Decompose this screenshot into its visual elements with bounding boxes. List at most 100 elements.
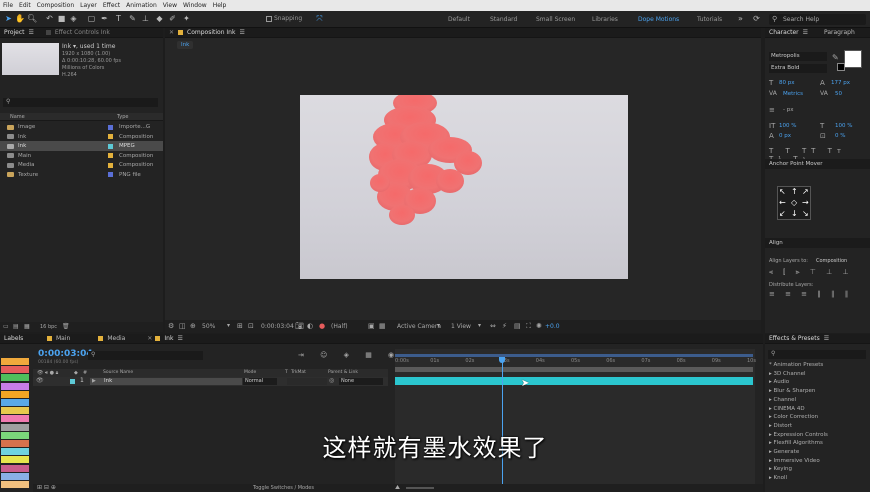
search-help-field[interactable]: ⚲ Search Help — [769, 14, 866, 25]
label-color-swatch[interactable] — [1, 472, 29, 480]
layer-trkmat-dropdown[interactable] — [287, 378, 327, 385]
sync-icon[interactable]: ⟳ — [752, 14, 761, 23]
anchor-left-icon[interactable]: ← — [779, 198, 786, 207]
anchor-top-icon[interactable]: ↑ — [791, 187, 798, 196]
camera-dropdown[interactable]: Active Camera — [397, 323, 441, 330]
toggle-switches-modes[interactable]: Toggle Switches / Modes — [253, 485, 314, 491]
roi-icon[interactable]: ▣ — [368, 322, 375, 330]
panel-menu-icon[interactable]: ☰ — [824, 335, 829, 342]
label-color-swatch[interactable] — [1, 382, 29, 390]
align-to-dropdown[interactable]: Composition — [816, 258, 847, 264]
comp-flowchart-icon[interactable]: ⊞ ⊟ ⊕ — [37, 484, 56, 491]
project-item[interactable]: Main Composition — [0, 151, 163, 161]
anchor-center-icon[interactable]: ◇ — [791, 198, 797, 207]
show-snapshot-icon[interactable]: ◐ — [307, 322, 313, 330]
column-parent[interactable]: Parent & Link — [328, 370, 358, 375]
fast-previews-icon[interactable]: ⚡ — [502, 322, 507, 330]
vertical-scale-value[interactable]: 100 % — [779, 123, 796, 129]
distribute-buttons-row[interactable]: ≡ ≡ ≡ ∥ ∥ ∥ — [769, 290, 852, 298]
workspace-libraries[interactable]: Libraries — [592, 16, 618, 23]
roto-brush-tool-icon[interactable]: ✐ — [168, 14, 177, 23]
zoom-out-icon[interactable]: ⛰ — [395, 484, 400, 492]
type-tool-icon[interactable]: T — [114, 14, 123, 23]
column-name[interactable]: Name — [10, 114, 25, 120]
zoom-tool-icon[interactable]: 🔍︎ — [27, 14, 37, 23]
composition-frame[interactable] — [300, 95, 628, 279]
pan-behind-tool-icon[interactable]: ◈ — [69, 14, 78, 23]
views-dropdown[interactable]: 1 View — [451, 323, 471, 330]
playhead[interactable] — [502, 359, 504, 492]
font-style-dropdown[interactable]: Extra Bold — [769, 64, 827, 73]
delete-icon[interactable]: 🗑︎ — [62, 323, 70, 330]
timeline-icon[interactable]: ▤ — [514, 322, 521, 330]
font-size-value[interactable]: 80 px — [779, 80, 795, 86]
effects-category[interactable]: ▸ Channel — [769, 397, 796, 403]
timeline-timecode[interactable]: 0:00:03:04 — [38, 349, 93, 359]
composition-tab[interactable]: Composition Ink — [187, 29, 235, 36]
rectangle-tool-icon[interactable]: ▢ — [87, 14, 96, 23]
flowchart-icon[interactable]: ⛶ — [526, 322, 531, 331]
label-color-swatch[interactable] — [1, 366, 29, 374]
close-icon[interactable]: ✕ — [147, 335, 152, 342]
puppet-tool-icon[interactable]: ✦ — [182, 14, 191, 23]
menu-layer[interactable]: Layer — [80, 2, 97, 9]
label-color-swatch[interactable] — [1, 358, 29, 365]
layer-duration-bar[interactable] — [395, 377, 753, 385]
align-tab[interactable]: Align — [769, 240, 783, 246]
panel-menu-icon[interactable]: ☰ — [803, 29, 808, 36]
menu-composition[interactable]: Composition — [37, 2, 74, 9]
horizontal-scale-value[interactable]: 100 % — [835, 123, 852, 129]
label-color-swatch[interactable] — [1, 374, 29, 382]
layer-label-swatch[interactable] — [70, 379, 75, 384]
effects-category[interactable]: ▸ Audio — [769, 379, 789, 385]
menu-file[interactable]: File — [3, 2, 13, 9]
effect-controls-tab[interactable]: Effect Controls Ink — [55, 29, 110, 36]
label-color-swatch[interactable] — [1, 481, 29, 488]
project-item-label-swatch[interactable] — [108, 143, 113, 149]
effects-presets-tab[interactable]: Effects & Presets — [769, 335, 820, 342]
menu-animation[interactable]: Animation — [126, 2, 157, 9]
align-buttons-row[interactable]: ⫷ ⫿ ⫸ ⊤ ⊥ ⊥ — [769, 268, 853, 277]
effects-category[interactable]: ▸ Knoll — [769, 475, 787, 481]
time-ruler[interactable]: 0:00s 01s 02s 03s 04s 05s 06s 07s 08s 09s 10s — [395, 357, 756, 366]
pickwhip-icon[interactable]: ◎ — [329, 377, 334, 384]
project-item[interactable]: Texture PNG file — [0, 170, 163, 180]
timeline-tab-main[interactable]: Main — [56, 335, 70, 342]
project-item[interactable]: Ink Composition — [0, 132, 163, 142]
bpc-label[interactable]: 16 bpc — [40, 324, 57, 330]
interpret-footage-icon[interactable]: ▭ — [3, 323, 9, 330]
camera-tool-icon[interactable]: ■ — [57, 14, 66, 23]
project-item-label-swatch[interactable] — [108, 172, 113, 177]
project-item-label-swatch[interactable] — [108, 162, 113, 168]
layer-name-box[interactable]: ▶ Ink — [90, 378, 242, 385]
exposure-value[interactable]: +0.0 — [545, 323, 560, 330]
anchor-point-grid[interactable]: ↖ ↑ ↗ ← ◇ → ↙ ↓ ↘ — [777, 186, 811, 220]
workspace-default[interactable]: Default — [448, 16, 470, 23]
mask-visibility-icon[interactable]: ◫ — [179, 322, 186, 330]
effects-category[interactable]: * Animation Presets — [769, 362, 823, 368]
effects-category[interactable]: ▸ Color Correction — [769, 414, 818, 420]
project-tab[interactable]: Project — [4, 29, 25, 36]
tracking-value[interactable]: 50 — [835, 91, 842, 97]
grid-icon[interactable]: ⊞ — [237, 322, 243, 330]
brush-tool-icon[interactable]: ✎ — [128, 14, 137, 23]
project-item[interactable]: Media Composition — [0, 160, 163, 170]
label-color-swatch[interactable] — [1, 399, 29, 406]
effects-category[interactable]: ▸ 3D Channel — [769, 371, 806, 377]
exposure-icon[interactable]: ✺ — [536, 322, 542, 330]
workspace-small-screen[interactable]: Small Screen — [536, 16, 575, 23]
column-source-name[interactable]: Source Name — [103, 370, 133, 375]
eyedropper-icon[interactable]: ✎ — [832, 53, 839, 62]
hand-tool-icon[interactable]: ✋ — [15, 14, 25, 23]
panel-menu-icon[interactable]: ☰ — [177, 335, 182, 342]
label-color-swatch[interactable] — [1, 390, 29, 398]
transparency-grid-icon[interactable]: ▦ — [379, 322, 386, 330]
layer-row[interactable]: 👁︎ 1 ▶ Ink Normal ◎ None — [33, 377, 388, 386]
close-icon[interactable]: ✕ — [169, 29, 174, 36]
label-color-swatch[interactable] — [1, 407, 29, 415]
eraser-tool-icon[interactable]: ◆ — [155, 14, 164, 23]
time-zoom-slider[interactable] — [406, 487, 434, 489]
column-t[interactable]: T — [285, 370, 288, 375]
anchor-right-icon[interactable]: → — [802, 198, 809, 207]
menu-window[interactable]: Window — [183, 2, 207, 9]
